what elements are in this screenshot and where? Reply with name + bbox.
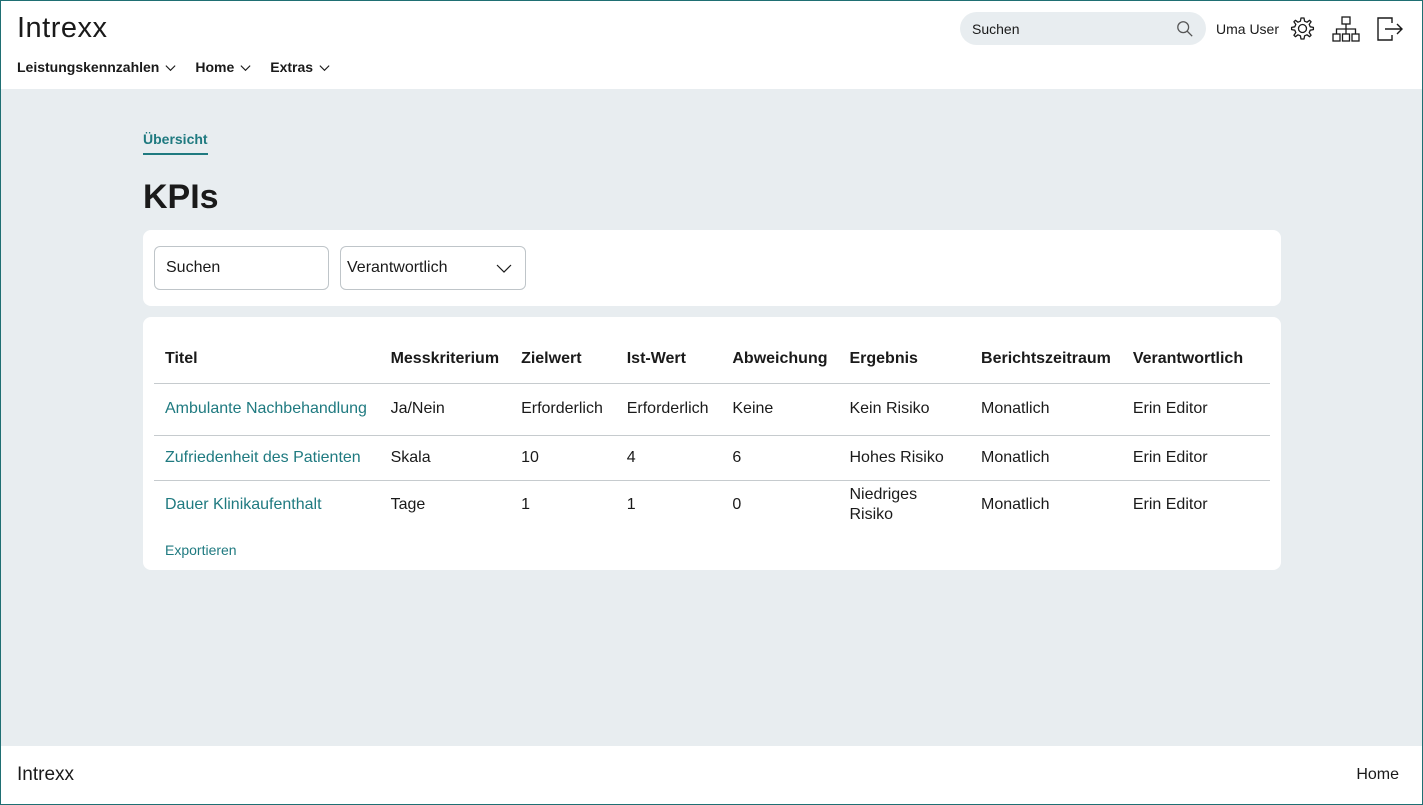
table-cell: Monatlich	[970, 383, 1122, 436]
chevron-down-icon	[496, 264, 512, 273]
table-row: Dauer Klinikaufenthalt Tage 1 1 0 Niedri…	[154, 480, 1270, 530]
column-header[interactable]: Verantwortlich	[1121, 335, 1270, 384]
kpi-title-link[interactable]: Ambulante Nachbehandlung	[165, 400, 367, 417]
responsible-select-value: Verantwortlich	[347, 259, 448, 276]
table-cell: 1	[521, 496, 530, 514]
responsible-select[interactable]: Verantwortlich	[340, 246, 526, 290]
nav-item-label: Home	[195, 59, 235, 75]
kpi-search-input[interactable]	[154, 246, 329, 290]
table-cell: Tage	[390, 496, 426, 514]
nav-item-leistungskennzahlen[interactable]: Leistungskennzahlen	[17, 59, 177, 75]
chevron-down-icon	[319, 64, 330, 71]
table-cell: Erin Editor	[1121, 435, 1270, 481]
table-cell: Skala	[379, 435, 511, 481]
column-header[interactable]: Berichtszeitraum	[970, 335, 1122, 384]
page-title: KPIs	[143, 178, 219, 216]
table-cell: Erforderlich	[510, 383, 616, 436]
table-cell: Ambulante Nachbehandlung	[154, 383, 380, 436]
kpi-table-card: Titel Messkriterium Zielwert Ist-Wert Ab…	[143, 317, 1281, 570]
table-cell: Erin Editor	[1121, 383, 1270, 436]
table-cell: Zufriedenheit des Patienten	[154, 435, 380, 481]
table-cell: Hohes Risiko	[838, 435, 971, 481]
table-cell: Ja/Nein	[379, 383, 511, 436]
column-header[interactable]: Zielwert	[510, 335, 616, 384]
table-cell: 10	[510, 435, 616, 481]
table-cell: Keine	[721, 383, 839, 436]
footer-logo[interactable]: Intrexx	[17, 764, 74, 786]
table-cell: Erforderlich	[615, 383, 722, 436]
global-search-input[interactable]	[972, 20, 1176, 37]
table-cell: Niedriges Risiko	[849, 486, 918, 524]
footer-home-link[interactable]: Home	[1356, 766, 1399, 784]
kpi-title-link[interactable]: Dauer Klinikaufenthalt	[165, 496, 322, 513]
main-nav: Leistungskennzahlen Home Extras	[17, 59, 331, 75]
table-row: Zufriedenheit des Patienten Skala 10 4 6…	[154, 435, 1270, 481]
tab-uebersicht[interactable]: Übersicht	[143, 131, 208, 155]
kpi-title-link[interactable]: Zufriedenheit des Patienten	[165, 449, 361, 466]
table-cell: Erin Editor	[1132, 496, 1208, 514]
table-cell: Dauer Klinikaufenthalt	[154, 480, 380, 530]
global-search	[960, 12, 1206, 45]
footer: Intrexx Home	[0, 746, 1423, 805]
column-header[interactable]: Titel	[154, 335, 380, 384]
export-link[interactable]: Exportieren	[165, 542, 237, 558]
table-cell: Monatlich	[981, 496, 1050, 514]
chevron-down-icon	[165, 64, 176, 71]
kpi-table: Titel Messkriterium Zielwert Ist-Wert Ab…	[154, 335, 1270, 530]
column-header[interactable]: Messkriterium	[379, 335, 511, 384]
nav-item-label: Extras	[270, 59, 314, 75]
search-icon[interactable]	[1176, 20, 1194, 38]
nav-item-label: Leistungskennzahlen	[17, 59, 160, 75]
nav-item-extras[interactable]: Extras	[270, 59, 331, 75]
table-cell: 0	[732, 496, 742, 514]
top-header: Intrexx Leistungskennzahlen Home Extras …	[0, 0, 1423, 89]
filter-card: Verantwortlich	[143, 230, 1281, 306]
user-name[interactable]: Uma User	[1216, 21, 1279, 37]
table-row: Ambulante Nachbehandlung Ja/Nein Erforde…	[154, 383, 1270, 436]
column-header[interactable]: Abweichung	[721, 335, 839, 384]
nav-item-home[interactable]: Home	[195, 59, 252, 75]
column-header[interactable]: Ist-Wert	[615, 335, 722, 384]
table-cell: 4	[615, 435, 722, 481]
sitemap-icon[interactable]	[1332, 15, 1360, 43]
column-header[interactable]: Ergebnis	[838, 335, 971, 384]
table-header-row: Titel Messkriterium Zielwert Ist-Wert Ab…	[154, 335, 1270, 384]
table-cell: Monatlich	[970, 435, 1122, 481]
chevron-down-icon	[240, 64, 251, 71]
app-logo[interactable]: Intrexx	[17, 12, 108, 45]
gear-icon[interactable]	[1288, 15, 1316, 43]
table-cell: Kein Risiko	[838, 383, 971, 436]
logout-icon[interactable]	[1376, 15, 1404, 43]
table-cell: 6	[721, 435, 839, 481]
table-cell: 1	[626, 496, 636, 514]
